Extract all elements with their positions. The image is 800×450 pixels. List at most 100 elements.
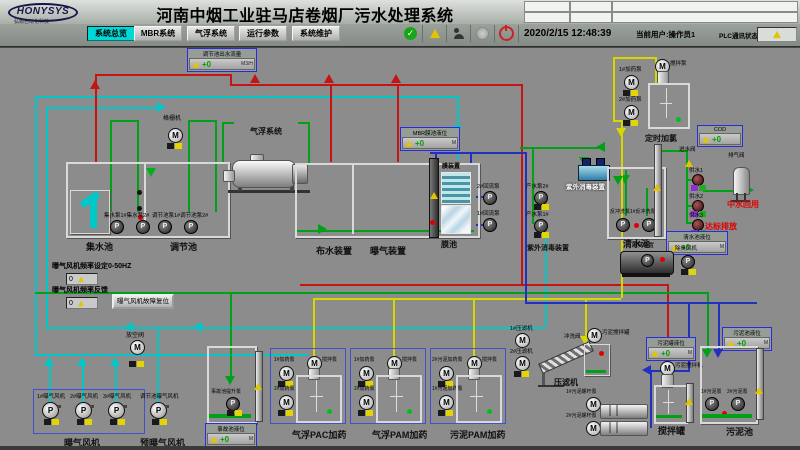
blower-icon[interactable]: P — [42, 402, 59, 419]
regulating-outflow-gauge: 调节池出水流量 +0M3/H — [187, 48, 257, 72]
product-pump2-label: 产水泵2# — [526, 184, 549, 190]
freq-feedback-input[interactable]: 0 — [66, 297, 98, 309]
motor-icon[interactable]: M — [279, 395, 294, 410]
flow-arrow — [110, 357, 120, 366]
tab-mbr-system[interactable]: MBR系统 — [134, 26, 182, 41]
tab-run-params[interactable]: 运行参数 — [239, 26, 287, 41]
gauge-value: +0 — [712, 135, 721, 144]
alarm-dot — [430, 220, 435, 225]
tab-system-overview[interactable]: 系统总览 — [87, 26, 135, 41]
inlet-valve-label: 进水阀 — [679, 147, 696, 153]
pump-icon[interactable]: P — [158, 220, 172, 234]
motor-icon[interactable]: M — [515, 356, 530, 371]
pipe — [46, 327, 545, 329]
pipe — [613, 57, 655, 59]
freq-set-input[interactable]: 0 — [66, 273, 98, 285]
uv-disinfection-unit[interactable] — [578, 165, 610, 181]
dosing-pump2-label: 2#加药泵 — [354, 387, 375, 393]
daf-vessel[interactable] — [232, 160, 296, 188]
motor-icon[interactable]: M — [624, 75, 639, 90]
gauge-label: 事故池液位 — [207, 425, 255, 433]
pipe — [525, 152, 527, 302]
filter-press-caption: 压滤机 — [554, 377, 578, 388]
membrane-module[interactable] — [441, 205, 471, 234]
pump-icon[interactable]: P — [616, 218, 630, 232]
warning-icon — [211, 436, 218, 442]
pump-icon[interactable]: P — [705, 397, 719, 411]
blower-icon[interactable]: P — [75, 402, 92, 419]
motor-icon[interactable]: M — [515, 333, 530, 348]
pump-icon[interactable]: P — [681, 255, 695, 269]
pump-icon[interactable]: P — [483, 191, 497, 205]
page-title: 河南中烟工业驻马店卷烟厂污水处理系统 — [150, 2, 460, 26]
motor-icon[interactable]: M — [439, 395, 454, 410]
exit-button[interactable] — [495, 25, 519, 42]
pipe — [46, 107, 160, 109]
reflux-pump2-label: 2#回流泵 — [477, 184, 500, 190]
pump-icon[interactable]: P — [534, 219, 548, 233]
sludge-pump2-label: 2#污泥泵 — [727, 390, 748, 396]
distribution-caption: 布水装置 — [316, 244, 352, 257]
pipe — [222, 122, 234, 124]
tab-daf-system[interactable]: 气浮系统 — [187, 26, 235, 41]
pump-icon[interactable]: P — [110, 220, 124, 234]
warning-icon — [685, 160, 693, 167]
blower1-label: 1#曝气风机 — [37, 394, 65, 400]
gauge-label: 调节池出水流量 — [189, 50, 255, 58]
reflux-pump1-label: 1#回流泵 — [477, 211, 500, 217]
membrane-module[interactable] — [441, 172, 471, 204]
freq-set-value: 0 — [69, 276, 73, 283]
warning-icon — [78, 300, 84, 305]
flow-arrow — [77, 357, 87, 366]
blower-icon[interactable]: P — [150, 402, 167, 419]
refresh-button[interactable] — [471, 25, 495, 42]
pump-icon[interactable]: P — [534, 191, 548, 205]
alarm-button[interactable] — [423, 25, 447, 42]
motor-icon[interactable]: M — [587, 328, 602, 343]
mixing-tank-caption: 搅拌罐 — [658, 424, 685, 437]
pac-tank — [296, 375, 342, 423]
motor-icon[interactable]: M — [279, 366, 294, 381]
motor-icon[interactable]: M — [439, 366, 454, 381]
motor-icon[interactable]: M — [586, 397, 601, 412]
mbr-level-gauge: MBR膜池液位 +0M — [400, 127, 460, 151]
motor-icon[interactable]: M — [624, 105, 639, 120]
warning-icon — [703, 136, 710, 142]
pipe — [613, 120, 621, 122]
filter-press1-label: 1#压滤机 — [510, 326, 533, 332]
pac-caption: 气浮PAC加药 — [292, 428, 346, 441]
mixer-pump-label: 搅拌泵 — [482, 358, 497, 364]
status-dot — [327, 409, 332, 414]
user-login-button[interactable] — [447, 25, 471, 42]
pump-icon[interactable]: P — [136, 220, 150, 234]
motor-icon[interactable]: M — [359, 366, 374, 381]
status-tags — [623, 90, 638, 96]
status-tags — [227, 410, 242, 416]
tab-maintenance[interactable]: 系统维护 — [292, 26, 340, 41]
sludge-pool-caption: 污泥池 — [726, 425, 753, 438]
gauge-label: MBR膜池液位 — [402, 129, 458, 137]
uv-unit-label: 紫外消毒装置 — [566, 181, 605, 191]
fan-fault-reset-button[interactable]: 曝气风机故障复位 — [112, 294, 174, 309]
pump-icon[interactable]: P — [184, 220, 198, 234]
header-status-cell — [612, 12, 798, 23]
warning-icon — [430, 192, 438, 199]
gauge-unit: M — [764, 340, 768, 346]
pump-icon[interactable]: P — [731, 397, 745, 411]
ok-status-button[interactable]: ✓ — [399, 25, 423, 42]
status-tags — [77, 419, 92, 425]
gauge-unit: M — [249, 436, 253, 442]
pump-icon[interactable]: P — [483, 218, 497, 232]
sludge-pam-tank — [456, 375, 502, 423]
pump-icon[interactable]: P — [226, 397, 240, 411]
motor-icon[interactable]: M — [168, 128, 183, 143]
motor-icon[interactable]: M — [130, 340, 145, 355]
motor-icon[interactable]: M — [586, 421, 601, 436]
blower-icon[interactable]: P — [108, 402, 125, 419]
warning-icon — [652, 350, 659, 356]
pipe — [718, 302, 720, 352]
motor-icon[interactable]: M — [359, 395, 374, 410]
status-dot — [487, 409, 492, 414]
product-pump1-label: 产水泵1# — [526, 212, 549, 218]
sludge-pump1-label: 1#污泥泵 — [701, 390, 722, 396]
